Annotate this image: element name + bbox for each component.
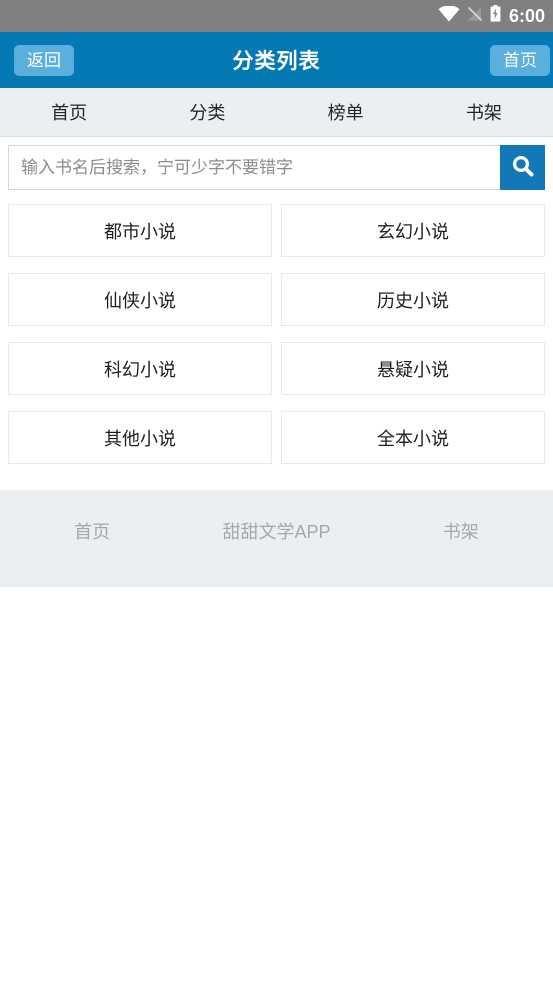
category-tile[interactable]: 悬疑小说 xyxy=(281,342,545,395)
status-bar-time: 6:00 xyxy=(508,6,545,26)
search-bar xyxy=(8,145,545,190)
category-tile[interactable]: 历史小说 xyxy=(281,273,545,326)
app-header: 返回 分类列表 首页 xyxy=(0,32,553,88)
main-navbar: 首页 分类 榜单 书架 xyxy=(0,88,553,137)
footer-bar: 首页 甜甜文学APP 书架 xyxy=(0,490,553,587)
search-button[interactable] xyxy=(500,145,545,190)
signal-off-icon xyxy=(467,6,483,27)
footer-item-home[interactable]: 首页 xyxy=(0,518,184,544)
search-input[interactable] xyxy=(8,145,500,190)
status-bar: 6:00 xyxy=(0,0,553,32)
wifi-icon xyxy=(438,4,460,27)
category-tile[interactable]: 仙侠小说 xyxy=(8,273,272,326)
nav-item-home[interactable]: 首页 xyxy=(0,99,138,125)
category-tile[interactable]: 都市小说 xyxy=(8,204,272,257)
battery-charging-icon xyxy=(490,5,501,27)
category-tile[interactable]: 全本小说 xyxy=(281,411,545,464)
category-tile[interactable]: 其他小说 xyxy=(8,411,272,464)
page-title: 分类列表 xyxy=(232,50,321,73)
back-button[interactable]: 返回 xyxy=(14,44,74,76)
footer-item-bookshelf[interactable]: 书架 xyxy=(369,518,553,544)
search-icon xyxy=(510,153,536,182)
category-tile[interactable]: 科幻小说 xyxy=(8,342,272,395)
nav-item-category[interactable]: 分类 xyxy=(138,99,276,125)
category-grid: 都市小说 玄幻小说 仙侠小说 历史小说 科幻小说 悬疑小说 其他小说 全本小说 xyxy=(8,204,545,464)
footer-item-app-name[interactable]: 甜甜文学APP xyxy=(184,518,368,544)
nav-item-bookshelf[interactable]: 书架 xyxy=(415,99,553,125)
category-tile[interactable]: 玄幻小说 xyxy=(281,204,545,257)
nav-item-ranking[interactable]: 榜单 xyxy=(277,99,415,125)
home-button[interactable]: 首页 xyxy=(490,44,550,76)
